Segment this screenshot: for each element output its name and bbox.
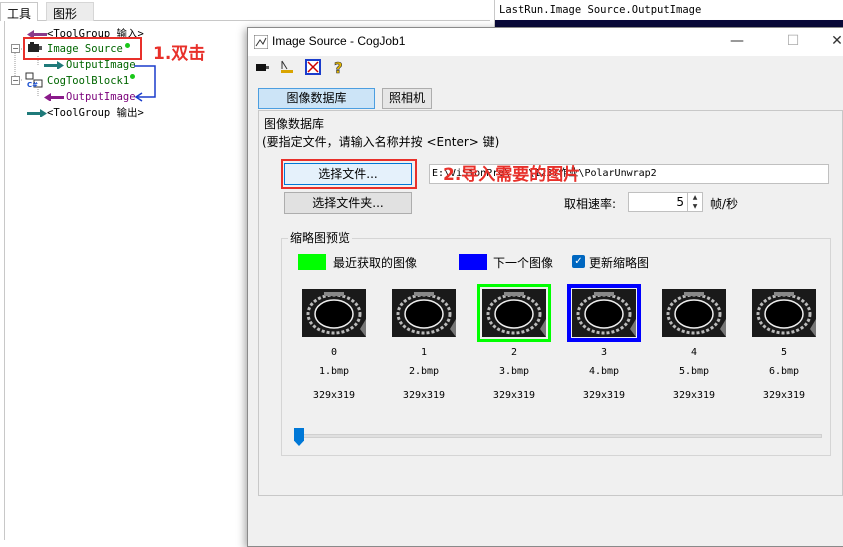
thumbnail-filename: 6.bmp bbox=[768, 366, 800, 377]
thumbnail-filename: 3.bmp bbox=[498, 366, 530, 377]
thumbnail-image[interactable] bbox=[752, 289, 816, 337]
output-image-title: LastRun.Image Source.OutputImage bbox=[499, 4, 702, 16]
hint-text: (要指定文件，请输入名称并按 <Enter> 键) bbox=[262, 135, 500, 149]
select-folder-button[interactable]: 选择文件夹... bbox=[284, 192, 412, 214]
toolblock-icon: C# bbox=[25, 72, 43, 88]
thumbnail-filename: 2.bmp bbox=[408, 366, 440, 377]
thumbnail-filename: 1.bmp bbox=[318, 366, 350, 377]
app-icon bbox=[254, 35, 268, 49]
thumbnail-filename: 5.bmp bbox=[678, 366, 710, 377]
update-thumbnails-label: 更新缩略图 bbox=[589, 256, 650, 270]
output-arrow-icon bbox=[44, 61, 64, 69]
thumbnail-index: 3 bbox=[600, 347, 608, 358]
collapse-icon[interactable]: − bbox=[11, 44, 20, 53]
thumbnail-index: 0 bbox=[330, 347, 338, 358]
dialog-title: Image Source - CogJob1 bbox=[272, 34, 406, 48]
rate-spinner[interactable]: ▲ ▼ bbox=[687, 193, 702, 211]
thumbnail-index: 1 bbox=[420, 347, 428, 358]
next-image-frame bbox=[567, 284, 641, 342]
thumbnail-image[interactable] bbox=[302, 289, 366, 337]
legend-next-label: 下一个图像 bbox=[493, 256, 554, 270]
maximize-button[interactable]: ☐ bbox=[771, 28, 815, 56]
rate-label: 取相速率: bbox=[564, 197, 617, 211]
thumbnail-group-label: 缩略图预览 bbox=[288, 229, 353, 246]
input-arrow-icon bbox=[44, 93, 64, 101]
status-dot-icon bbox=[130, 74, 135, 79]
camera-run-icon[interactable] bbox=[254, 58, 272, 76]
svg-text:C#: C# bbox=[27, 81, 38, 88]
highlight-box bbox=[23, 37, 142, 60]
output-arrow-icon bbox=[27, 109, 47, 117]
update-thumbnails-checkbox[interactable]: ✓ bbox=[572, 255, 585, 268]
tree-node-output-image[interactable]: OutputImage bbox=[66, 58, 136, 72]
legend-recent-label: 最近获取的图像 bbox=[333, 256, 418, 270]
thumbnail-filename: 4.bmp bbox=[588, 366, 620, 377]
thumbnail-size: 329x319 bbox=[582, 390, 626, 401]
thumbnail-size: 329x319 bbox=[672, 390, 716, 401]
recent-image-frame bbox=[477, 284, 551, 342]
collapse-icon[interactable]: − bbox=[11, 76, 20, 85]
tree-node-cogtoolblock[interactable]: CogToolBlock1 bbox=[47, 74, 129, 88]
dialog-titlebar[interactable]: Image Source - CogJob1 — ☐ ✕ bbox=[248, 28, 843, 56]
annotation-import-images: 2.导入需要的图片 bbox=[443, 165, 581, 185]
legend-recent-swatch bbox=[298, 254, 326, 270]
thumbnail-size: 329x319 bbox=[762, 390, 806, 401]
legend-next-swatch bbox=[459, 254, 487, 270]
thumbnail-size: 329x319 bbox=[492, 390, 536, 401]
thumbnail-index: 2 bbox=[510, 347, 518, 358]
ruler-icon[interactable] bbox=[278, 58, 296, 76]
tree-node-output-image-input[interactable]: OutputImage bbox=[66, 90, 136, 104]
minimize-button[interactable]: — bbox=[715, 28, 759, 56]
thumbnail-slider-track[interactable] bbox=[296, 434, 822, 438]
thumbnail-size: 329x319 bbox=[402, 390, 446, 401]
thumbnail-image[interactable] bbox=[392, 289, 456, 337]
highlight-box bbox=[281, 159, 417, 189]
thumbnail-index: 5 bbox=[780, 347, 788, 358]
svg-text:?: ? bbox=[334, 59, 343, 76]
help-icon[interactable]: ? bbox=[330, 58, 348, 76]
annotation-double-click: 1.双击 bbox=[153, 44, 206, 64]
thumbnail-index: 4 bbox=[690, 347, 698, 358]
tab-image-database[interactable]: 图像数据库 bbox=[258, 88, 375, 109]
thumbnail-image[interactable] bbox=[662, 289, 726, 337]
group-label: 图像数据库 bbox=[264, 117, 325, 131]
thumbnail-size: 329x319 bbox=[312, 390, 356, 401]
tree-node-toolgroup-output[interactable]: <ToolGroup 输出> bbox=[47, 106, 144, 120]
dialog-toolbar: ? bbox=[252, 57, 372, 79]
tab-camera[interactable]: 照相机 bbox=[382, 88, 432, 109]
close-button[interactable]: ✕ bbox=[815, 28, 843, 56]
image-source-dialog: Image Source - CogJob1 — ☐ ✕ ? 图像数据库 照相机… bbox=[247, 27, 843, 547]
region-icon[interactable] bbox=[304, 58, 322, 76]
rate-unit: 帧/秒 bbox=[710, 197, 739, 211]
